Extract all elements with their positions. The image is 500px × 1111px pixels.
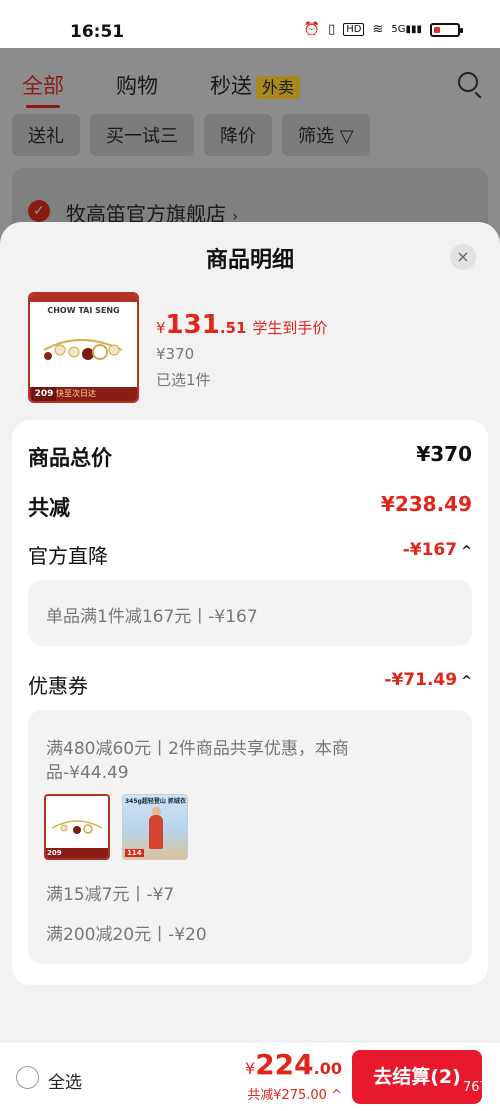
watermark: 767tt: [462, 1080, 498, 1095]
hd-icon: HD: [343, 23, 365, 36]
status-time: 16:51: [70, 22, 125, 42]
official-cut-value: -¥167: [402, 540, 458, 560]
sheet-title: 商品明细: [205, 248, 294, 273]
fleece-price: 114: [125, 849, 144, 857]
tab-all[interactable]: 全部: [22, 70, 64, 108]
store-check-icon[interactable]: ✓: [28, 200, 50, 222]
thumb-top-band: [30, 294, 137, 302]
background-page: 全部 购物 秒送 外卖 送礼 买一试三 降价 筛选 ▽ ✓ 牧高笛官方旗舰店 ›: [0, 48, 500, 248]
coupon-line-1b: 品-¥44.49: [46, 763, 129, 783]
tab-instant[interactable]: 秒送 外卖: [210, 70, 301, 100]
filter-icon: ▽: [339, 126, 354, 147]
price-detail-card: 商品总价 ¥370 共减 ¥238.49 官方直降 -¥167 ^ 单品满1件减1…: [12, 420, 488, 985]
official-cut-detail: 单品满1件减167元丨-¥167: [28, 580, 472, 646]
total-price: ¥224.00: [245, 1048, 342, 1081]
select-all-label[interactable]: 全选: [48, 1068, 82, 1093]
vibrate-icon: ▯: [328, 22, 336, 37]
mini-thumb-price: 209: [47, 849, 62, 857]
chip-price-drop[interactable]: 降价: [204, 114, 272, 156]
official-cut-detail-text: 单品满1件减167元丨-¥167: [46, 607, 258, 627]
category-tabs: 全部 购物 秒送 外卖: [22, 70, 301, 108]
total-discount[interactable]: 共减¥275.00 ^: [247, 1084, 342, 1103]
total-integer: 224: [255, 1048, 314, 1081]
chip-try[interactable]: 买一试三: [90, 114, 194, 156]
selected-count: 已选1件: [156, 371, 211, 389]
bracelet-icon: [43, 339, 123, 360]
discount-value: ¥238.49: [380, 492, 472, 516]
chevron-up-icon: ^: [461, 674, 472, 689]
select-all-radio[interactable]: [16, 1066, 39, 1089]
coupon-line-1: 满480减60元丨2件商品共享优惠，本商: [46, 739, 349, 759]
student-price: ¥131.51 学生到手价: [156, 310, 327, 340]
coupon-value: -¥71.49: [384, 670, 458, 690]
chip-filter-label: 筛选: [298, 126, 334, 147]
chip-gift[interactable]: 送礼: [12, 114, 80, 156]
total-value: ¥370: [416, 442, 472, 466]
hiker-icon: [149, 815, 163, 849]
close-icon[interactable]: ×: [450, 244, 476, 270]
chevron-up-icon: ^: [461, 544, 472, 559]
status-bar: 16:51 ⏰ ▯ HD ≋ 5G▮▮▮: [0, 0, 500, 48]
status-icons: ⏰ ▯ HD ≋ 5G▮▮▮: [303, 22, 463, 37]
coupon-product-thumb-fleece[interactable]: 345g超轻登山 抓绒衣 114: [122, 794, 188, 860]
thumb-brand: CHOW TAI SENG: [47, 306, 120, 315]
original-price: ¥370: [156, 345, 195, 363]
checkout-bar: 全选 ¥224.00 共减¥275.00 ^ 去结算(2): [0, 1041, 500, 1111]
tab-instant-label: 秒送: [210, 74, 252, 98]
thumb-price: 209: [32, 387, 56, 401]
price-symbol: ¥: [156, 319, 166, 337]
coupon-label: 优惠券: [28, 674, 88, 698]
product-detail-sheet: 商品明细 × CHOW TAI SENG 快至次日达 209 ¥131.51 学生…: [0, 222, 500, 1111]
bracelet-icon: [51, 820, 103, 834]
tab-shopping[interactable]: 购物: [116, 70, 158, 100]
discount-label: 共减: [28, 496, 70, 520]
total-row: 商品总价 ¥370: [28, 442, 472, 472]
signal-5g-icon: 5G▮▮▮: [391, 24, 422, 35]
product-image[interactable]: CHOW TAI SENG 快至次日达 209: [28, 292, 139, 403]
wifi-icon: ≋: [372, 22, 384, 37]
battery-icon: [430, 22, 463, 37]
price-integer: 131: [165, 310, 220, 340]
takeout-badge: 外卖: [256, 76, 301, 99]
coupon-line-3: 满200减20元丨-¥20: [46, 925, 207, 945]
chevron-up-icon: ^: [331, 1088, 342, 1103]
coupon-line-2: 满15减7元丨-¥7: [46, 885, 175, 905]
price-decimal: .51: [219, 319, 247, 337]
total-label: 商品总价: [28, 446, 112, 470]
total-decimal: .00: [313, 1059, 342, 1078]
official-cut-row[interactable]: 官方直降 -¥167 ^: [28, 540, 472, 569]
coupon-detail: 满480减60元丨2件商品共享优惠，本商 品-¥44.49 209 345g超轻…: [28, 710, 472, 964]
checkout-button[interactable]: 去结算(2): [352, 1050, 482, 1104]
fleece-caption: 345g超轻登山 抓绒衣: [125, 798, 186, 805]
discount-row: 共减 ¥238.49: [28, 492, 472, 522]
official-cut-label: 官方直降: [28, 544, 108, 568]
total-discount-text: 共减¥275.00: [247, 1088, 327, 1103]
total-symbol: ¥: [245, 1059, 256, 1078]
coupon-row[interactable]: 优惠券 -¥71.49 ^: [28, 670, 472, 699]
filter-chips: 送礼 买一试三 降价 筛选 ▽: [12, 114, 370, 156]
chip-filter[interactable]: 筛选 ▽: [282, 114, 370, 156]
coupon-value-wrap: -¥71.49 ^: [384, 670, 472, 690]
alarm-icon: ⏰: [303, 22, 321, 37]
official-cut-value-wrap: -¥167 ^: [403, 540, 472, 560]
price-tag: 学生到手价: [252, 319, 328, 337]
search-icon[interactable]: [458, 72, 478, 92]
coupon-product-thumb-bracelet[interactable]: 209: [44, 794, 110, 860]
